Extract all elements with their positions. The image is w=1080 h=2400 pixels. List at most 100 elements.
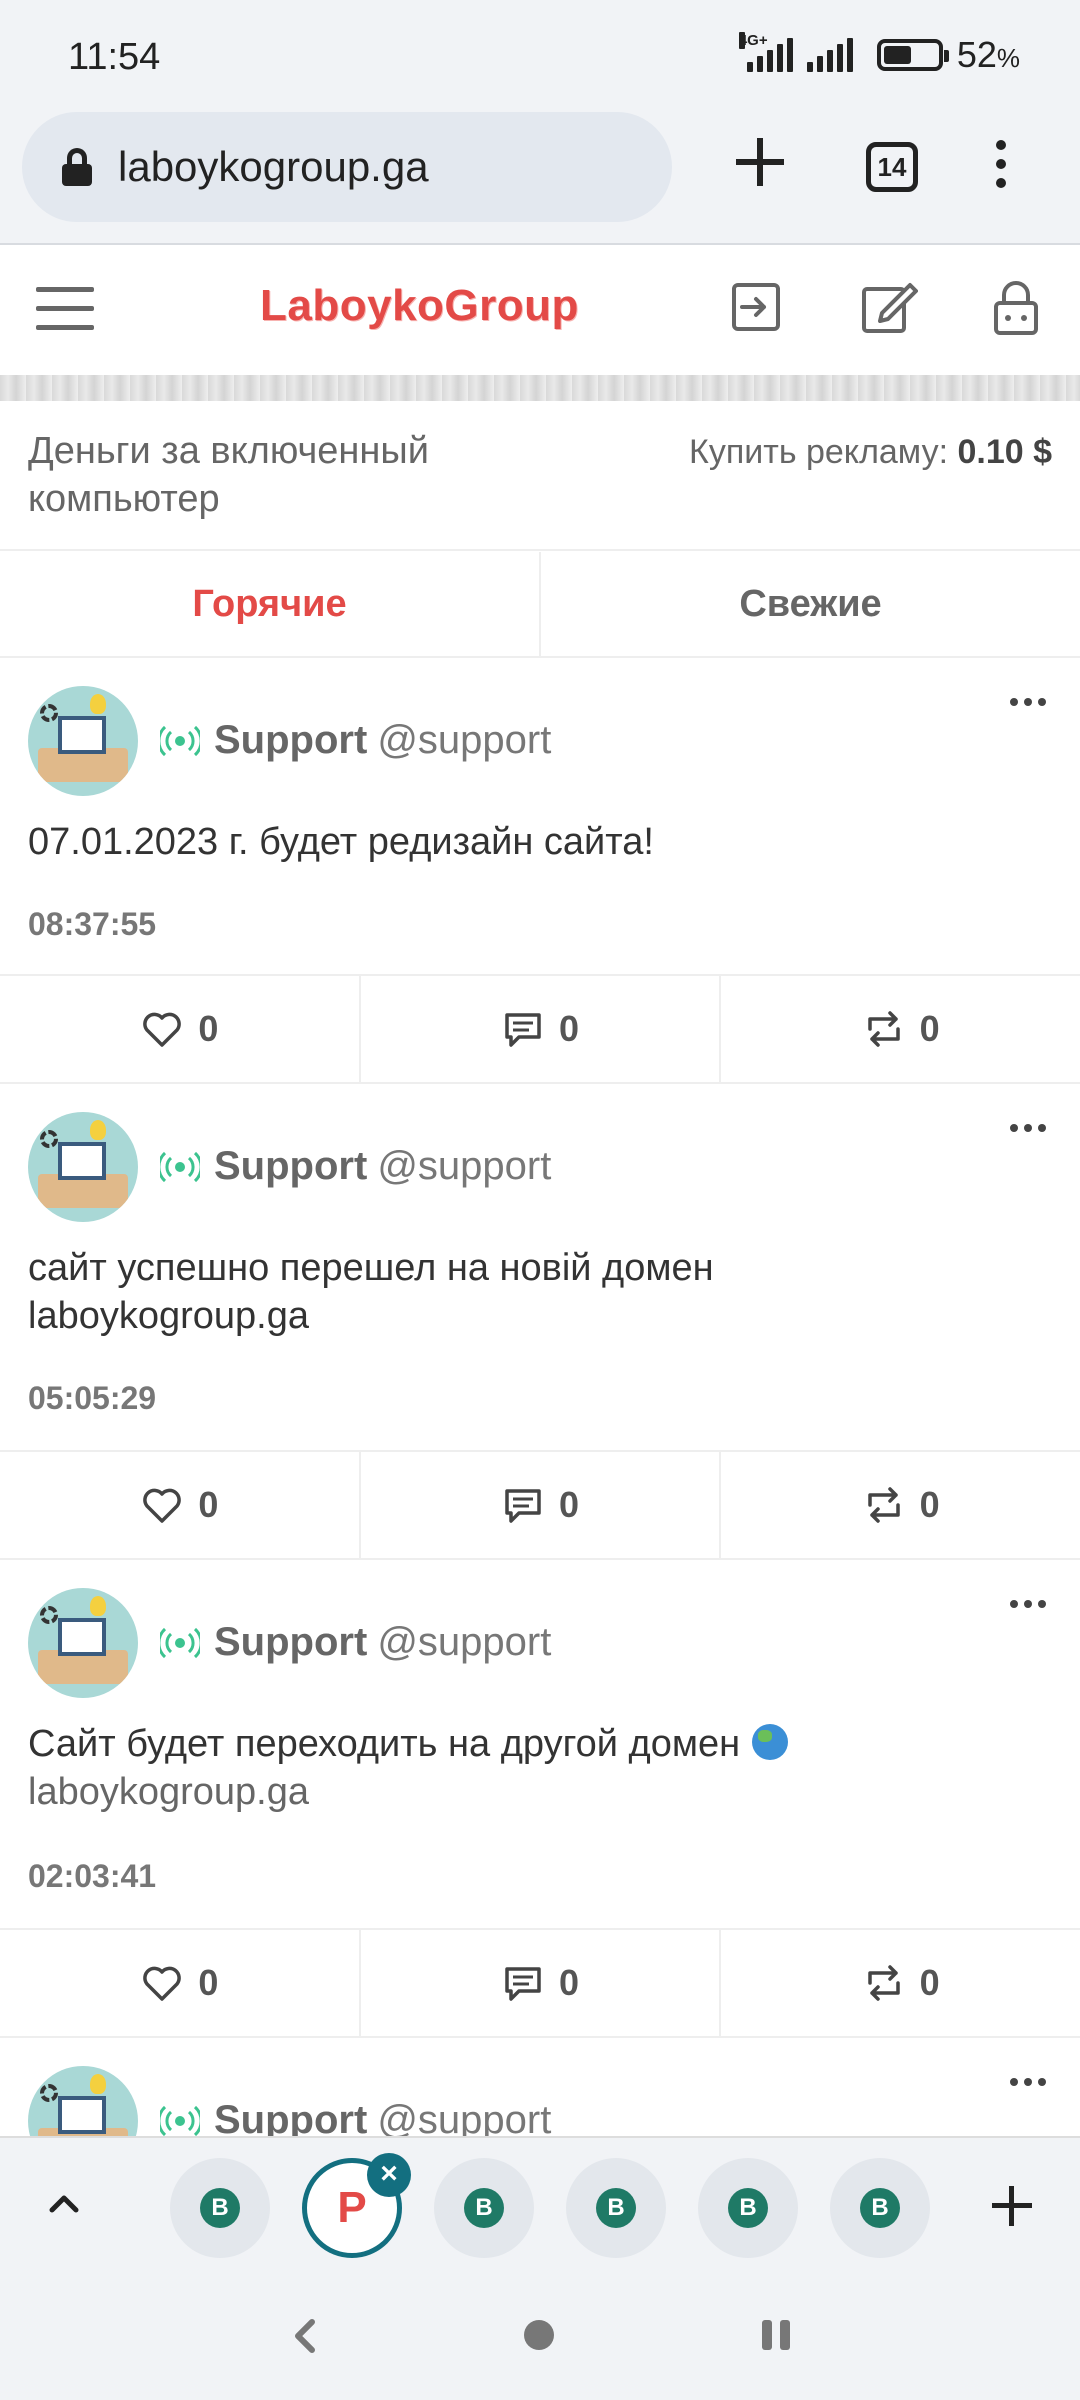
post-author[interactable]: Support @support bbox=[160, 718, 551, 763]
post-link[interactable]: laboykogroup.ga bbox=[28, 1771, 309, 1813]
new-tab-button[interactable] bbox=[730, 132, 790, 192]
status-time: 11:54 bbox=[68, 36, 161, 78]
post-text: сайт успешно перешел на новій домен labo… bbox=[28, 1247, 714, 1337]
post: Support @support bbox=[0, 2040, 1080, 2136]
chevron-up-icon[interactable] bbox=[44, 2184, 84, 2224]
info-row: Деньги за включенный компьютер Купить ре… bbox=[0, 401, 1080, 551]
comment-button[interactable]: 0 bbox=[361, 1452, 722, 1558]
tab-favicon: B bbox=[728, 2188, 768, 2228]
comment-count: 0 bbox=[558, 1484, 580, 1525]
more-options-icon[interactable] bbox=[1010, 1124, 1046, 1132]
recent-apps-icon[interactable] bbox=[762, 2320, 792, 2350]
post-author[interactable]: Support @support bbox=[160, 2098, 551, 2136]
avatar[interactable] bbox=[28, 1112, 138, 1222]
comment-count: 0 bbox=[558, 1008, 580, 1049]
battery-level bbox=[883, 46, 911, 64]
add-tab-icon[interactable] bbox=[990, 2184, 1034, 2228]
globe-icon bbox=[752, 1724, 789, 1760]
comment-icon bbox=[505, 1013, 541, 1047]
post-author[interactable]: Support @support bbox=[160, 1620, 551, 1665]
repost-icon bbox=[867, 1965, 900, 2001]
browser-toolbar: laboykogroup.ga 14 bbox=[0, 110, 1080, 245]
ads-price: 0.10 $ bbox=[957, 433, 1052, 471]
post-actions: 0 0 0 bbox=[0, 1928, 1080, 2038]
repost-icon bbox=[867, 1011, 900, 1047]
padlock-icon[interactable] bbox=[986, 277, 1046, 337]
post-time: 02:03:41 bbox=[28, 1858, 157, 1894]
browser-tab[interactable]: B bbox=[170, 2158, 270, 2258]
url-text[interactable]: laboykogroup.ga bbox=[118, 143, 429, 191]
back-icon[interactable] bbox=[290, 2316, 320, 2356]
battery-icon bbox=[876, 39, 949, 71]
browser-tab[interactable]: B bbox=[566, 2158, 666, 2258]
tab-favicon: B bbox=[860, 2188, 900, 2228]
heart-icon bbox=[143, 1488, 182, 1523]
author-handle: @support bbox=[377, 1620, 552, 1664]
browser-tab-active[interactable]: P × bbox=[302, 2153, 411, 2258]
network-type: 4G+ bbox=[738, 32, 768, 49]
author-name: Support bbox=[214, 718, 368, 762]
like-count: 0 bbox=[198, 1962, 219, 2003]
browser-tab[interactable]: B bbox=[434, 2158, 534, 2258]
author-handle: @support bbox=[377, 1144, 552, 1188]
status-bar: 11:54 4G+ 52% bbox=[0, 0, 1080, 110]
lock-icon[interactable] bbox=[62, 148, 92, 186]
repost-count: 0 bbox=[919, 1962, 940, 2003]
comment-button[interactable]: 0 bbox=[361, 976, 722, 1082]
tab-favicon: B bbox=[464, 2188, 504, 2228]
tab-switcher-button[interactable]: 14 bbox=[866, 142, 918, 192]
repost-button[interactable]: 0 bbox=[721, 1452, 1080, 1558]
repost-count: 0 bbox=[919, 1008, 940, 1049]
like-button[interactable]: 0 bbox=[0, 1452, 361, 1558]
repost-count: 0 bbox=[919, 1484, 940, 1525]
author-name: Support bbox=[214, 2098, 368, 2136]
site-logo[interactable]: LaboykoGroup bbox=[260, 281, 579, 331]
browser-tab[interactable]: B bbox=[830, 2158, 930, 2258]
close-tab-icon[interactable]: × bbox=[367, 2153, 411, 2197]
repost-button[interactable]: 0 bbox=[721, 976, 1080, 1082]
post-text: Сайт будет переходить на другой домен la… bbox=[28, 1720, 1028, 1816]
post: Support @support сайт успешно перешел на… bbox=[0, 1086, 1080, 1560]
more-options-icon[interactable] bbox=[1010, 2078, 1046, 2086]
post: Support @support Сайт будет переходить н… bbox=[0, 1562, 1080, 2040]
repost-button[interactable]: 0 bbox=[721, 1930, 1080, 2036]
hamburger-menu-icon[interactable] bbox=[36, 287, 94, 331]
heart-icon bbox=[143, 1966, 182, 2001]
tab-fresh[interactable]: Свежие bbox=[541, 552, 1080, 656]
tab-hot[interactable]: Горячие bbox=[0, 552, 541, 656]
login-icon[interactable] bbox=[726, 277, 786, 337]
more-options-icon[interactable] bbox=[1010, 698, 1046, 706]
browser-tab[interactable]: B bbox=[698, 2158, 798, 2258]
tab-favicon: P bbox=[337, 2183, 367, 2232]
avatar[interactable] bbox=[28, 686, 138, 796]
live-broadcast-icon bbox=[160, 725, 200, 756]
post-text-body: Сайт будет переходить на другой домен bbox=[28, 1723, 741, 1765]
system-navigation-bar bbox=[0, 2272, 1080, 2400]
repost-icon bbox=[867, 1487, 900, 1523]
signal-4g-icon: 4G+ bbox=[738, 32, 793, 72]
signal-icon bbox=[806, 38, 853, 72]
buy-ads-link[interactable]: Купить рекламу: 0.10 $ bbox=[689, 433, 1052, 472]
edit-icon[interactable] bbox=[858, 277, 918, 337]
header-decoration bbox=[0, 375, 1080, 401]
browser-menu-button[interactable] bbox=[994, 140, 1008, 196]
address-bar[interactable]: laboykogroup.ga bbox=[22, 112, 672, 222]
heart-icon bbox=[143, 1012, 182, 1047]
tab-favicon: B bbox=[596, 2188, 636, 2228]
feed-tabs: Горячие Свежие bbox=[0, 552, 1080, 658]
like-button[interactable]: 0 bbox=[0, 1930, 361, 2036]
post-actions: 0 0 0 bbox=[0, 1450, 1080, 1560]
post: Support @support 07.01.2023 г. будет ред… bbox=[0, 660, 1080, 1084]
status-icons: 4G+ 52% bbox=[738, 32, 1020, 76]
home-icon[interactable] bbox=[524, 2320, 554, 2350]
tab-favicon: B bbox=[200, 2188, 240, 2228]
avatar[interactable] bbox=[28, 1588, 138, 1698]
avatar[interactable] bbox=[28, 2066, 138, 2136]
like-button[interactable]: 0 bbox=[0, 976, 361, 1082]
comment-button[interactable]: 0 bbox=[361, 1930, 722, 2036]
post-author[interactable]: Support @support bbox=[160, 1144, 551, 1189]
post-actions: 0 0 0 bbox=[0, 974, 1080, 1084]
promo-text[interactable]: Деньги за включенный компьютер bbox=[28, 427, 548, 523]
more-options-icon[interactable] bbox=[1010, 1600, 1046, 1608]
live-broadcast-icon bbox=[160, 1151, 200, 1182]
